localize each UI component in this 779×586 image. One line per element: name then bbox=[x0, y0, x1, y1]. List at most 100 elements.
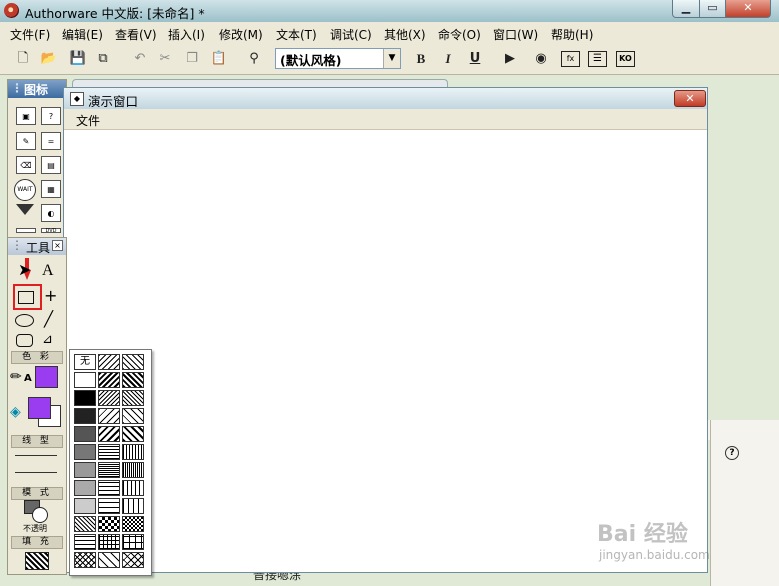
line-style-thin-2[interactable] bbox=[15, 472, 57, 473]
fill-pattern-none[interactable]: 无 bbox=[74, 354, 96, 370]
menu-window[interactable]: 窗口(W) bbox=[493, 26, 538, 43]
find-icon[interactable]: ⚲ bbox=[245, 50, 263, 68]
fill-pattern-option[interactable] bbox=[122, 516, 144, 532]
style-select[interactable]: (默认风格) ▼ bbox=[275, 48, 401, 69]
navigate-icon[interactable] bbox=[16, 204, 34, 215]
fill-pattern-option[interactable] bbox=[122, 444, 144, 460]
help-icon[interactable]: ? bbox=[725, 446, 739, 460]
fill-pattern-option[interactable] bbox=[74, 498, 96, 514]
fill-pattern-option[interactable] bbox=[122, 408, 144, 424]
paste-icon[interactable]: 📋 bbox=[210, 50, 228, 68]
run-icon[interactable]: ▶ bbox=[501, 50, 519, 68]
video-icon[interactable]: DVD bbox=[41, 228, 61, 234]
fill-pattern-option[interactable] bbox=[98, 462, 120, 478]
erase-icon[interactable]: ⌫ bbox=[16, 156, 36, 174]
pointer-tool-icon[interactable]: ➤ bbox=[18, 260, 31, 279]
bold-button[interactable]: B bbox=[412, 50, 430, 68]
fill-pattern-option[interactable] bbox=[122, 498, 144, 514]
fill-pattern-option[interactable] bbox=[122, 552, 144, 568]
control-panel-icon[interactable]: ◉ bbox=[532, 50, 550, 68]
fill-pattern-option[interactable] bbox=[74, 408, 96, 424]
framework-icon[interactable] bbox=[16, 228, 36, 233]
fill-pattern-option[interactable] bbox=[74, 516, 96, 532]
sound-icon[interactable]: ◐ bbox=[41, 204, 61, 222]
fill-pattern-option[interactable] bbox=[122, 354, 144, 370]
italic-button[interactable]: I bbox=[439, 50, 457, 68]
line-color-swatch[interactable] bbox=[35, 366, 58, 388]
fill-pattern-option[interactable] bbox=[74, 426, 96, 442]
fill-pattern-option[interactable] bbox=[98, 408, 120, 424]
fill-pattern-option[interactable] bbox=[122, 390, 144, 406]
menu-other[interactable]: 其他(X) bbox=[384, 26, 426, 43]
fill-pattern-option[interactable] bbox=[74, 462, 96, 478]
fill-pattern-swatch[interactable] bbox=[25, 552, 49, 570]
menu-help[interactable]: 帮助(H) bbox=[551, 26, 593, 43]
menu-command[interactable]: 命令(O) bbox=[438, 26, 481, 43]
rounded-rectangle-tool-icon[interactable] bbox=[16, 334, 33, 347]
fill-pattern-option[interactable] bbox=[98, 480, 120, 496]
fill-pattern-option[interactable] bbox=[74, 552, 96, 568]
variables-icon[interactable]: ☰ bbox=[588, 51, 607, 67]
calculation-icon[interactable]: = bbox=[41, 132, 61, 150]
underline-button[interactable]: U bbox=[466, 50, 484, 68]
crosshair-tool-icon[interactable]: + bbox=[44, 286, 57, 305]
decision-icon[interactable]: ? bbox=[41, 107, 61, 125]
line-style-thin[interactable] bbox=[15, 455, 57, 456]
save-all-icon[interactable]: 💾 bbox=[69, 50, 87, 68]
presentation-window[interactable]: ◆ 演示窗口 ✕ 文件 bbox=[63, 87, 708, 573]
fill-pattern-option[interactable] bbox=[98, 372, 120, 388]
menu-text[interactable]: 文本(T) bbox=[276, 26, 317, 43]
copy-icon[interactable]: ❐ bbox=[183, 50, 201, 68]
polygon-tool-icon[interactable]: ⊿ bbox=[42, 332, 53, 347]
map-icon[interactable]: ▤ bbox=[41, 156, 61, 174]
wait-icon[interactable]: WAIT bbox=[14, 179, 36, 201]
new-file-icon[interactable]: 🗋 bbox=[14, 50, 32, 68]
app-icon[interactable] bbox=[4, 3, 19, 18]
fill-pattern-option[interactable] bbox=[122, 372, 144, 388]
fill-pattern-option[interactable] bbox=[122, 462, 144, 478]
mode-preview-circle[interactable] bbox=[32, 507, 48, 523]
rectangle-tool-icon[interactable] bbox=[18, 291, 34, 304]
presentation-close-button[interactable]: ✕ bbox=[674, 90, 706, 107]
fill-pattern-option[interactable] bbox=[74, 480, 96, 496]
menu-view[interactable]: 查看(V) bbox=[115, 26, 157, 43]
minimize-button[interactable]: ▁ bbox=[672, 0, 700, 18]
menu-modify[interactable]: 修改(M) bbox=[219, 26, 263, 43]
presentation-menu-file[interactable]: 文件 bbox=[76, 112, 100, 129]
fill-pattern-option[interactable] bbox=[98, 426, 120, 442]
menu-file[interactable]: 文件(F) bbox=[10, 26, 50, 43]
fill-pattern-option[interactable] bbox=[98, 354, 120, 370]
fill-pattern-option[interactable] bbox=[98, 390, 120, 406]
undo-icon[interactable]: ↶ bbox=[131, 50, 149, 68]
menu-debug[interactable]: 调试(C) bbox=[330, 26, 372, 43]
fill-pattern-option[interactable] bbox=[74, 444, 96, 460]
import-icon[interactable]: ⧉ bbox=[94, 50, 112, 68]
motion-icon[interactable]: ✎ bbox=[16, 132, 36, 150]
line-tool-icon[interactable]: ╱ bbox=[44, 310, 53, 328]
ellipse-tool-icon[interactable] bbox=[15, 314, 34, 327]
fill-pattern-option[interactable] bbox=[122, 480, 144, 496]
fill-pattern-option[interactable] bbox=[122, 534, 144, 550]
display-icon[interactable]: ▣ bbox=[16, 107, 36, 125]
fill-pattern-option[interactable] bbox=[74, 534, 96, 550]
grip-icon[interactable]: ⋮ bbox=[11, 81, 23, 95]
fill-pattern-option[interactable] bbox=[98, 444, 120, 460]
text-tool[interactable]: A bbox=[42, 262, 54, 280]
fill-color-swatch[interactable] bbox=[28, 397, 51, 419]
functions-icon[interactable]: fx bbox=[561, 51, 580, 67]
fill-pattern-option[interactable] bbox=[122, 426, 144, 442]
digital-movie-icon[interactable]: ▦ bbox=[41, 180, 61, 198]
maximize-button[interactable]: ▭ bbox=[699, 0, 726, 18]
knowledge-objects-icon[interactable]: KO bbox=[616, 51, 635, 67]
close-icon[interactable]: × bbox=[52, 240, 63, 251]
fill-pattern-option[interactable] bbox=[98, 498, 120, 514]
cut-icon[interactable]: ✂ bbox=[156, 50, 174, 68]
close-button[interactable]: ✕ bbox=[725, 0, 771, 18]
menu-edit[interactable]: 编辑(E) bbox=[62, 26, 103, 43]
fill-pattern-option[interactable] bbox=[98, 516, 120, 532]
fill-pattern-option[interactable] bbox=[98, 534, 120, 550]
fill-pattern-option[interactable] bbox=[74, 372, 96, 388]
menu-insert[interactable]: 插入(I) bbox=[168, 26, 205, 43]
chevron-down-icon[interactable]: ▼ bbox=[383, 49, 400, 68]
fill-pattern-option[interactable] bbox=[98, 552, 120, 568]
